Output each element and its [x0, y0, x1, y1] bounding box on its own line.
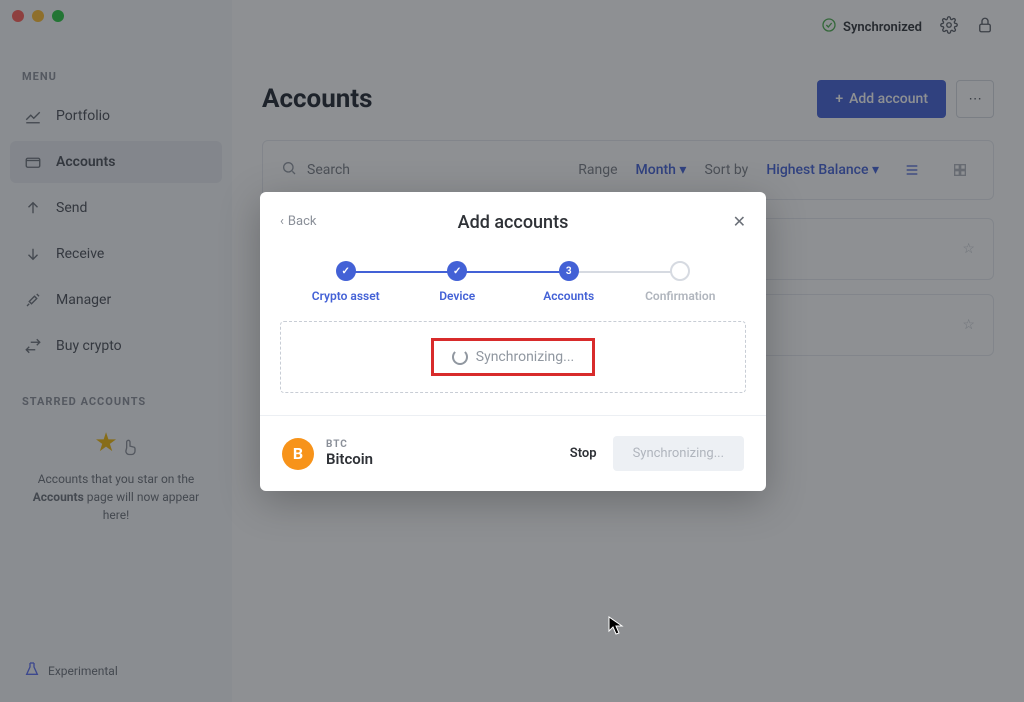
modal-header: ‹ Back Add accounts ✕: [260, 192, 766, 241]
chevron-left-icon: ‹: [280, 214, 284, 229]
bitcoin-icon: B: [282, 438, 314, 470]
syncing-label: Synchronizing...: [476, 349, 574, 365]
back-label: Back: [288, 214, 317, 229]
step-crypto-asset: ✓ Crypto asset: [290, 261, 402, 303]
step-label: Device: [402, 289, 514, 303]
add-accounts-modal: ‹ Back Add accounts ✕ ✓ Crypto asset ✓ D…: [260, 192, 766, 491]
step-number-badge: 3: [559, 261, 579, 281]
coin-text: BTC Bitcoin: [326, 439, 373, 468]
sync-box-wrapper: Synchronizing...: [260, 321, 766, 415]
step-label: Confirmation: [625, 289, 737, 303]
step-accounts: 3 Accounts: [513, 261, 625, 303]
stop-button[interactable]: Stop: [570, 446, 597, 461]
stepper: ✓ Crypto asset ✓ Device 3 Accounts Confi…: [260, 241, 766, 321]
step-check-icon: ✓: [447, 261, 467, 281]
sync-status-box: Synchronizing...: [280, 321, 746, 393]
step-label: Accounts: [513, 289, 625, 303]
step-confirmation: Confirmation: [625, 261, 737, 303]
modal-back-button[interactable]: ‹ Back: [280, 214, 316, 229]
mouse-cursor-icon: [608, 616, 624, 640]
step-pending-icon: [670, 261, 690, 281]
step-device: ✓ Device: [402, 261, 514, 303]
synchronizing-button: Synchronizing...: [613, 436, 744, 471]
modal-footer-actions: Stop Synchronizing...: [570, 436, 744, 471]
coin-info: B BTC Bitcoin: [282, 438, 373, 470]
spinner-icon: [452, 349, 468, 365]
step-label: Crypto asset: [290, 289, 402, 303]
sync-highlight-box: Synchronizing...: [431, 338, 595, 376]
coin-symbol: BTC: [326, 439, 373, 450]
coin-name: Bitcoin: [326, 450, 373, 468]
modal-footer: B BTC Bitcoin Stop Synchronizing...: [260, 415, 766, 491]
step-check-icon: ✓: [336, 261, 356, 281]
close-icon: ✕: [733, 212, 746, 231]
modal-close-button[interactable]: ✕: [733, 212, 746, 231]
modal-title: Add accounts: [284, 212, 742, 233]
